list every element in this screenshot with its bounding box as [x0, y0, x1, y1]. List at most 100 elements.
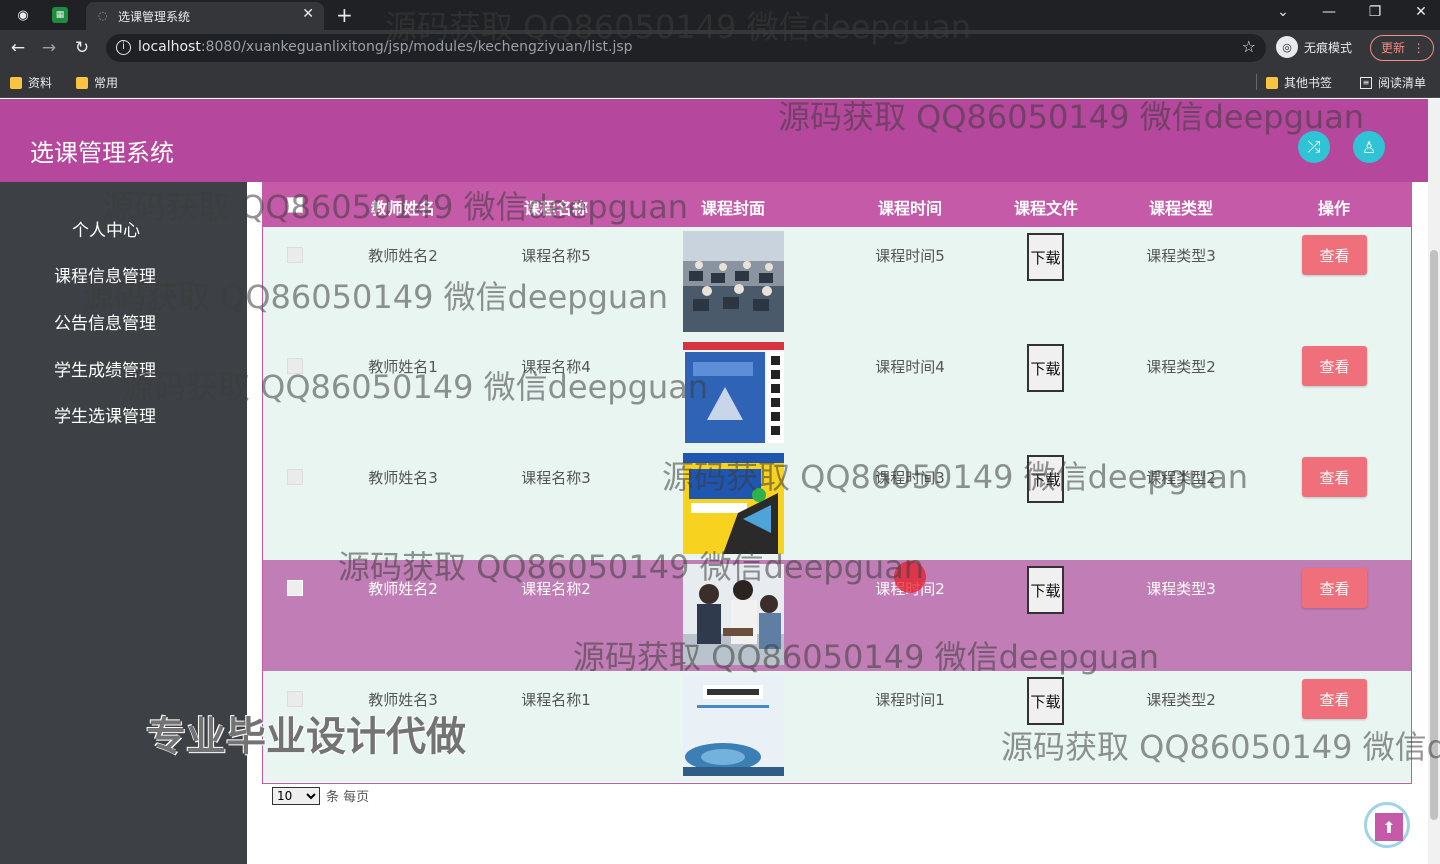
col-course-time[interactable]: 课程时间	[878, 195, 942, 219]
view-button[interactable]: 查看	[1302, 568, 1367, 608]
tab-search-icon[interactable]: ⌄	[1268, 4, 1298, 20]
folder-icon	[76, 76, 88, 89]
cover-physics-book	[683, 675, 784, 776]
app-header: 选课管理系统 ⤮ ♙	[0, 99, 1428, 182]
folder-icon	[10, 76, 22, 89]
update-button[interactable]: 更新 ⋮	[1370, 35, 1434, 61]
bookmark-folder-changyong[interactable]: 常用	[76, 74, 118, 91]
row-checkbox[interactable]	[287, 247, 303, 263]
sidebar-item-notice-info[interactable]: 公告信息管理	[54, 309, 156, 334]
view-button[interactable]: 查看	[1302, 457, 1367, 497]
cell-time: 课程时间1	[875, 691, 945, 709]
view-button[interactable]: 查看	[1302, 679, 1367, 719]
cell-type: 课程类型3	[1146, 247, 1216, 265]
sidebar-item-student-scores[interactable]: 学生成绩管理	[54, 356, 156, 381]
cell-type: 课程类型3	[1146, 580, 1216, 598]
download-button[interactable]: 下载	[1027, 677, 1064, 725]
user-icon[interactable]: ♙	[1353, 131, 1385, 163]
bookmark-other[interactable]: 其他书签	[1266, 74, 1332, 91]
url-field[interactable]: i localhost:8080/xuankeguanlixitong/jsp/…	[106, 34, 1266, 62]
watermark-big: 专业毕业设计代做	[146, 714, 466, 760]
tab-active[interactable]: ◌ 选课管理系统 ✕	[86, 2, 324, 30]
reading-list[interactable]: ≡ 阅读清单	[1360, 74, 1426, 91]
table-header: 教师姓名 课程名称 课程封面 课程时间 课程文件 课程类型 操作	[263, 183, 1411, 227]
download-button[interactable]: 下载	[1027, 566, 1064, 614]
table-row[interactable]: 教师姓名2 课程名称5 课程时间5 下载 课程类型3 查看	[263, 227, 1411, 338]
bookmark-star-icon[interactable]: ☆	[1242, 37, 1256, 56]
app-title: 选课管理系统	[30, 139, 174, 167]
restore-icon[interactable]: ❐	[1360, 4, 1390, 20]
page-size-select[interactable]: 10	[272, 786, 320, 805]
site-info-icon[interactable]: i	[116, 40, 131, 55]
arrow-up-icon: ⬆	[1375, 813, 1403, 841]
incognito-indicator[interactable]: ◎ 无痕模式	[1276, 36, 1352, 58]
cell-course: 课程名称5	[521, 247, 591, 265]
page-size-suffix: 条 每页	[326, 790, 370, 805]
page-icon: ◌	[98, 9, 108, 22]
col-actions: 操作	[1317, 199, 1351, 218]
cell-teacher: 教师姓名2	[368, 580, 438, 598]
col-course-file[interactable]: 课程文件	[1014, 195, 1078, 219]
cell-time: 课程时间5	[875, 247, 945, 265]
cell-course: 课程名称3	[521, 469, 591, 487]
bookmark-folder-ziliao[interactable]: 资料	[10, 74, 52, 91]
view-button[interactable]: 查看	[1302, 235, 1367, 275]
row-checkbox[interactable]	[287, 469, 303, 485]
back-icon[interactable]: ←	[8, 38, 28, 58]
sidebar-item-course-selection[interactable]: 学生选课管理	[54, 402, 156, 427]
incognito-icon: ◎	[1276, 36, 1298, 58]
cell-type: 课程类型2	[1146, 358, 1216, 376]
table-row[interactable]: 教师姓名1 课程名称4 课程时间4 下载 课程类型2 查看	[263, 338, 1411, 449]
cell-type: 课程类型2	[1146, 469, 1216, 487]
col-course-cover[interactable]: 课程封面	[701, 195, 765, 219]
forward-icon[interactable]: →	[39, 38, 59, 58]
close-window-icon[interactable]: ✕	[1406, 4, 1436, 20]
shuffle-icon[interactable]: ⤮	[1298, 131, 1330, 163]
url-text: localhost:8080/xuankeguanlixitong/jsp/mo…	[138, 39, 633, 55]
cell-teacher: 教师姓名1	[368, 358, 438, 376]
bookmarks-divider	[1256, 74, 1257, 90]
view-button[interactable]: 查看	[1302, 346, 1367, 386]
cell-course: 课程名称2	[521, 580, 591, 598]
sheets-icon[interactable]: ▦	[52, 7, 68, 23]
row-checkbox[interactable]	[287, 580, 303, 596]
tab-title: 选课管理系统	[118, 10, 191, 24]
mouse-cursor-indicator	[894, 561, 926, 593]
col-course-name[interactable]: 课程名称	[524, 195, 588, 219]
folder-icon	[1266, 76, 1278, 89]
row-checkbox[interactable]	[287, 358, 303, 374]
table-row-selected[interactable]: 教师姓名2 课程名称2 课程时间2 下载 课程类型3 查看	[263, 560, 1411, 671]
cover-chemistry-book	[683, 342, 784, 443]
reload-icon[interactable]: ↻	[72, 38, 92, 58]
sidebar-item-course-info[interactable]: 课程信息管理	[54, 262, 156, 287]
browser-logo-icon[interactable]: ◉	[14, 6, 32, 24]
course-resource-table: 教师姓名 课程名称 课程封面 课程时间 课程文件 课程类型 操作 教师姓名2 课…	[262, 182, 1412, 784]
download-button[interactable]: 下载	[1027, 344, 1064, 392]
new-tab-icon[interactable]: +	[336, 3, 353, 27]
table-row[interactable]: 教师姓名3 课程名称3 课程时间3 下载 课程类型2 查看	[263, 449, 1411, 560]
cover-students-photo	[683, 564, 784, 665]
cover-math-book	[683, 453, 784, 554]
col-course-type[interactable]: 课程类型	[1149, 195, 1213, 219]
download-button[interactable]: 下载	[1027, 455, 1064, 503]
cover-classroom-photo	[683, 231, 784, 332]
bookmarks-bar: 资料 常用 其他书签 ≡ 阅读清单	[0, 66, 1440, 98]
cell-course: 课程名称1	[521, 691, 591, 709]
cell-time: 课程时间3	[875, 469, 945, 487]
back-to-top-button[interactable]: ⬆	[1364, 802, 1410, 848]
incognito-label: 无痕模式	[1304, 40, 1353, 55]
select-all-checkbox[interactable]	[287, 197, 303, 213]
browser-tab-bar: ◉ ▦ ◌ 选课管理系统 ✕ + ⌄ — ❐ ✕	[0, 0, 1440, 30]
download-button[interactable]: 下载	[1027, 233, 1064, 281]
sidebar-item-personal-center[interactable]: 个人中心	[72, 216, 140, 241]
tab-close-icon[interactable]: ✕	[302, 6, 314, 22]
reading-list-icon: ≡	[1360, 76, 1372, 89]
pagination: 10 条 每页	[272, 786, 369, 805]
minimize-icon[interactable]: —	[1314, 4, 1344, 20]
cell-course: 课程名称4	[521, 358, 591, 376]
cell-teacher: 教师姓名2	[368, 247, 438, 265]
cell-time: 课程时间4	[875, 358, 945, 376]
col-teacher-name[interactable]: 教师姓名	[371, 195, 435, 219]
scrollbar-thumb[interactable]	[1430, 250, 1438, 820]
cell-teacher: 教师姓名3	[368, 469, 438, 487]
